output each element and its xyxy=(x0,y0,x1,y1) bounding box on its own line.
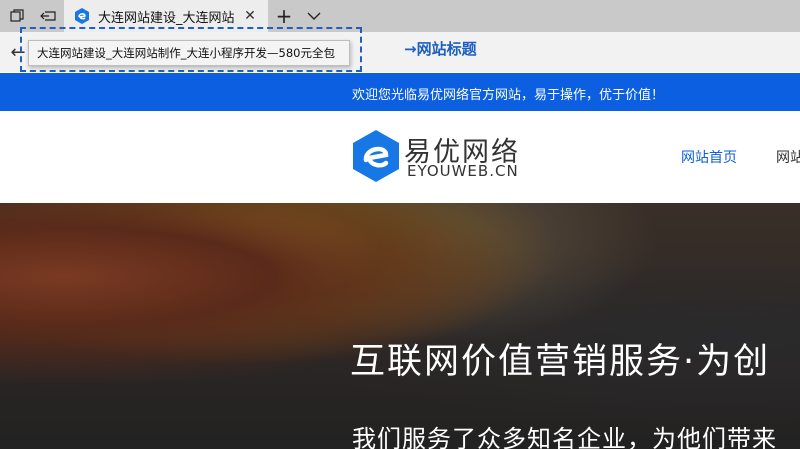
nav-item-website[interactable]: 网站 xyxy=(776,147,800,167)
logo-domain: EYOUWEB.CN xyxy=(407,162,519,180)
hero-subtitle: 我们服务了众多知名企业，为他们带来 xyxy=(352,425,777,449)
welcome-bar: 欢迎您光临易优网络官方网站，易于操作，优于价值！ xyxy=(0,73,800,111)
hero-banner: 互联网价值营销服务·为创 我们服务了众多知名企业，为他们带来 xyxy=(0,203,800,449)
site-header: 易优网络 EYOUWEB.CN 网站首页 网站 xyxy=(0,111,800,203)
set-tabs-aside-icon[interactable] xyxy=(34,0,62,32)
site-favicon-icon xyxy=(75,8,89,24)
browser-tab[interactable]: 大连网站建设_大连网站 ✕ xyxy=(64,0,268,32)
chevron-down-icon[interactable] xyxy=(302,0,326,32)
close-tab-icon[interactable]: ✕ xyxy=(242,8,258,24)
new-tab-icon[interactable]: + xyxy=(272,0,296,32)
welcome-text: 欢迎您光临易优网络官方网站，易于操作，优于价值！ xyxy=(352,88,665,103)
tab-title-tooltip: 大连网站建设_大连网站制作_大连小程序开发—580元全包 xyxy=(28,40,350,66)
hero-title: 互联网价值营销服务·为创 xyxy=(350,342,771,382)
nav-item-home[interactable]: 网站首页 xyxy=(681,147,737,167)
logo-icon[interactable] xyxy=(352,130,400,182)
back-arrow-icon[interactable]: ← xyxy=(6,40,30,64)
browser-tab-strip: 大连网站建设_大连网站 ✕ + xyxy=(0,0,800,32)
annotation-label: →网站标题 xyxy=(404,40,477,58)
tab-actions-icon[interactable] xyxy=(4,0,30,32)
tab-title: 大连网站建设_大连网站 xyxy=(98,10,235,26)
